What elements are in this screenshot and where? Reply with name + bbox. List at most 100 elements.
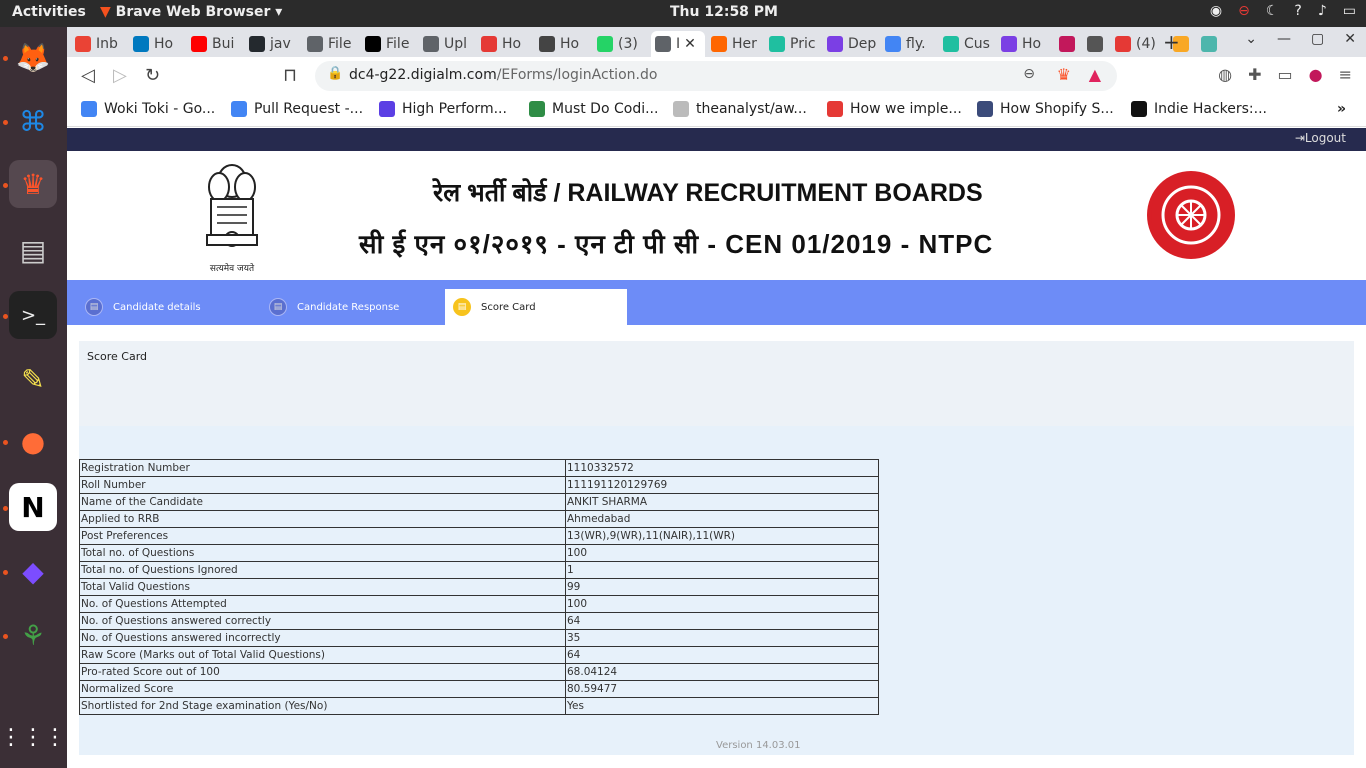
forward-button[interactable]: ▷: [113, 65, 127, 86]
system-tray[interactable]: ◉ ⊖ ☾ ? ♪ ▭: [1210, 3, 1356, 19]
activities-button[interactable]: Activities: [12, 4, 86, 20]
menu-icon[interactable]: ≡: [1339, 65, 1352, 84]
row-label: Applied to RRB: [79, 510, 566, 528]
scissors-icon: [1115, 36, 1131, 52]
row-label: Total Valid Questions: [79, 578, 566, 596]
reload-button[interactable]: ↻: [145, 65, 160, 86]
tab-title: Dep: [848, 36, 877, 52]
browser-tab[interactable]: I ✕: [651, 31, 705, 57]
more-bookmarks-icon[interactable]: »: [1337, 101, 1346, 117]
browser-tab[interactable]: jav: [245, 31, 301, 57]
camera-indicator-icon[interactable]: ◉: [1210, 3, 1222, 19]
text-editor-icon[interactable]: ✎: [9, 355, 57, 403]
bookmark-item[interactable]: Pull Request -...: [231, 101, 363, 117]
browser-tab[interactable]: [1083, 31, 1109, 57]
tab-score-card[interactable]: ▤ Score Card: [445, 289, 627, 325]
notion-icon[interactable]: N: [9, 483, 57, 531]
wallet-icon[interactable]: ▭: [1278, 65, 1293, 84]
browser-tab[interactable]: (3): [593, 31, 649, 57]
table-row: Total no. of Questions 100: [79, 544, 879, 562]
address-bar[interactable]: 🔒 dc4-g22.digialm.com/EForms/loginAction…: [315, 61, 1117, 91]
close-tab-icon[interactable]: ✕: [684, 36, 696, 52]
brave-icon[interactable]: ♛: [9, 160, 57, 208]
dotted-square-icon: [943, 36, 959, 52]
bookmark-item[interactable]: Must Do Codi...: [529, 101, 658, 117]
postman-icon[interactable]: ●: [9, 417, 57, 465]
browser-tab[interactable]: (4): [1111, 31, 1167, 57]
files-icon[interactable]: ▤: [9, 226, 57, 274]
national-emblem: सत्यमेव जयते: [197, 159, 267, 274]
extension-icon[interactable]: ◍: [1218, 65, 1232, 84]
row-label: Total no. of Questions: [79, 544, 566, 562]
gfg-icon: [529, 101, 545, 117]
browser-tab[interactable]: File: [361, 31, 417, 57]
lock-icon[interactable]: 🔒: [327, 66, 343, 81]
browser-tab[interactable]: File: [303, 31, 359, 57]
new-tab-button[interactable]: +: [1163, 30, 1180, 54]
bookmark-icon[interactable]: ⊓: [283, 65, 297, 86]
brave-shields-icon[interactable]: ♛: [1057, 65, 1071, 84]
network-icon[interactable]: ?: [1294, 3, 1301, 19]
tab-label: Score Card: [481, 301, 536, 313]
zoom-icon[interactable]: ⊖: [1023, 66, 1035, 82]
close-window-button[interactable]: ✕: [1344, 31, 1356, 47]
tab-title: Upl: [444, 36, 468, 52]
bookmark-item[interactable]: How we imple...: [827, 101, 962, 117]
browser-tab[interactable]: Her: [707, 31, 763, 57]
browser-tab[interactable]: Cus: [939, 31, 995, 57]
browser-tab[interactable]: [1197, 31, 1223, 57]
browser-tab[interactable]: [1055, 31, 1081, 57]
profile-avatar[interactable]: ●: [1309, 65, 1323, 84]
page-subtitle: सी ई एन ०१/२०१९ - एन टी पी सी - CEN 01/2…: [359, 229, 994, 259]
battery-icon[interactable]: ▭: [1343, 3, 1356, 19]
browser-tab[interactable]: Ho: [477, 31, 533, 57]
robo3t-icon[interactable]: ⚘: [9, 611, 57, 659]
browser-tab[interactable]: Inb: [71, 31, 127, 57]
logout-icon: ⇥: [1294, 131, 1305, 145]
globe-icon: [655, 36, 671, 52]
browser-tab[interactable]: Ho: [997, 31, 1053, 57]
vscode-icon[interactable]: ⌘: [9, 97, 57, 145]
puzzle-icon[interactable]: ✚: [1248, 65, 1261, 84]
tab-candidate-details[interactable]: ▤ Candidate details: [81, 289, 248, 325]
bookmark-label: How we imple...: [850, 101, 962, 117]
bookmark-item[interactable]: How Shopify S...: [977, 101, 1114, 117]
score-card-title: Score Card: [87, 350, 148, 363]
clock[interactable]: Thu 12:58 PM: [670, 4, 778, 20]
running-indicator: [3, 634, 8, 639]
logout-link[interactable]: ⇥Logout: [1295, 131, 1346, 145]
brave-rewards-icon[interactable]: ▲: [1089, 65, 1101, 84]
app-menu[interactable]: ▼ Brave Web Browser ▾: [100, 4, 282, 20]
bookmark-item[interactable]: High Perform...: [379, 101, 507, 117]
table-row: No. of Questions answered correctly 64: [79, 612, 879, 630]
minimize-button[interactable]: —: [1277, 31, 1291, 47]
do-not-disturb-icon[interactable]: ⊖: [1238, 3, 1250, 19]
bookmark-item[interactable]: Woki Toki - Go...: [81, 101, 215, 117]
tab-candidate-response[interactable]: ▤ Candidate Response: [265, 289, 442, 325]
browser-tab[interactable]: Dep: [823, 31, 879, 57]
row-value: 68.04124: [565, 663, 879, 681]
back-button[interactable]: ◁: [81, 65, 95, 86]
browser-tab[interactable]: Bui: [187, 31, 243, 57]
show-applications-icon[interactable]: ⋮⋮⋮: [0, 713, 66, 761]
trello-icon: [133, 36, 149, 52]
obsidian-icon[interactable]: ◆: [9, 547, 57, 595]
browser-tab[interactable]: fly.: [881, 31, 937, 57]
maximize-button[interactable]: ▢: [1311, 31, 1324, 47]
whatsapp-icon: [597, 36, 613, 52]
score-card-panel: Score Card Registration Number 1110332572…: [79, 341, 1354, 755]
bookmark-item[interactable]: Indie Hackers:...: [1131, 101, 1267, 117]
volume-icon[interactable]: ♪: [1318, 3, 1327, 19]
terminal-icon[interactable]: >_: [9, 291, 57, 339]
browser-tab[interactable]: Pric: [765, 31, 821, 57]
bookmark-item[interactable]: theanalyst/aw...: [673, 101, 807, 117]
colorful-circle-icon: [1059, 36, 1075, 52]
firefox-icon[interactable]: 🦊: [9, 33, 57, 81]
page-title: रेल भर्ती बोर्ड / RAILWAY RECRUITMENT BO…: [433, 179, 983, 207]
browser-tab[interactable]: Upl: [419, 31, 475, 57]
night-light-icon[interactable]: ☾: [1266, 3, 1279, 19]
url-text[interactable]: dc4-g22.digialm.com/EForms/loginAction.d…: [349, 67, 657, 83]
browser-tab[interactable]: Ho: [129, 31, 185, 57]
browser-tab[interactable]: Ho: [535, 31, 591, 57]
tab-search-icon[interactable]: ⌄: [1245, 31, 1257, 47]
